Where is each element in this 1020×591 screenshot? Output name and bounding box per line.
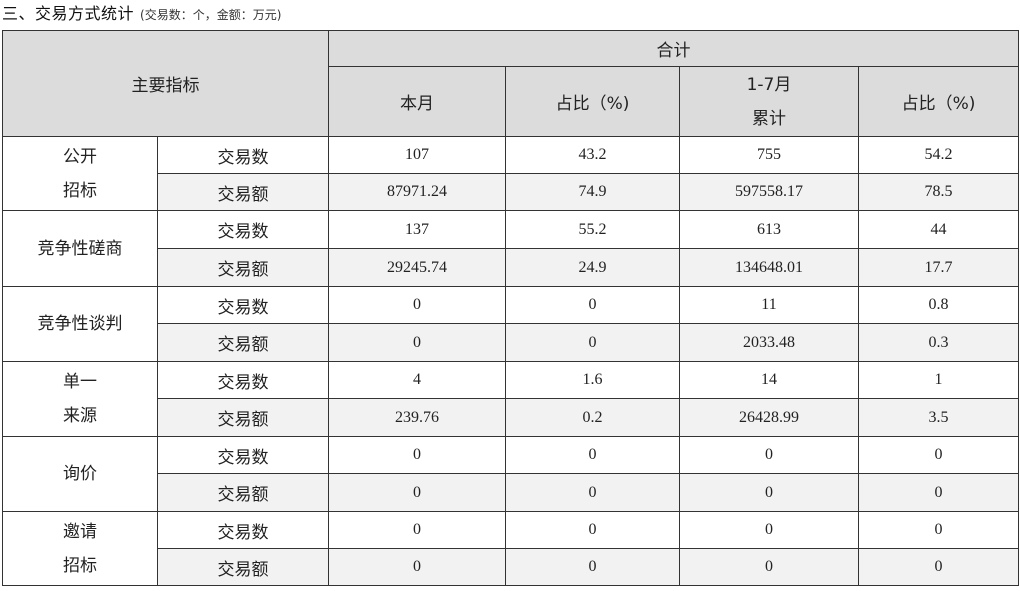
- value-month: 0: [328, 323, 506, 362]
- metric-label: 交易额: [157, 473, 329, 512]
- category-cell: 邀请 招标: [2, 511, 158, 586]
- metric-label: 交易数: [157, 136, 329, 174]
- category-cell: 竞争性磋商: [2, 210, 158, 287]
- value-ytd: 134648.01: [679, 248, 859, 287]
- value-ytd: 0: [679, 548, 859, 586]
- table-row: 竞争性磋商 交易数 137 55.2 613 44: [2, 210, 1019, 287]
- value-pct-ytd: 0.8: [858, 286, 1019, 324]
- table-row: 竞争性谈判 交易数 0 0 11 0.8: [2, 286, 1019, 362]
- header-ytd: 1-7月 累计: [679, 66, 859, 137]
- value-month: 4: [328, 361, 506, 399]
- value-pct-ytd: 44: [858, 210, 1019, 249]
- table-row: 公开 招标 交易数 107 43.2 755 54.2: [2, 136, 1019, 211]
- value-pct-ytd: 0: [858, 548, 1019, 586]
- metric-label: 交易数: [157, 511, 329, 549]
- value-pct-ytd: 54.2: [858, 136, 1019, 174]
- metric-label: 交易额: [157, 248, 329, 287]
- value-pct-month: 0: [505, 473, 680, 512]
- metric-label: 交易额: [157, 323, 329, 362]
- metric-label: 交易额: [157, 398, 329, 437]
- category-label: 竞争性磋商: [37, 238, 123, 259]
- value-pct-month: 0: [505, 436, 680, 474]
- category-cell: 单一 来源: [2, 361, 158, 437]
- value-month: 137: [328, 210, 506, 249]
- value-pct-ytd: 1: [858, 361, 1019, 399]
- table-row: 邀请 招标 交易数 0 0 0 0: [2, 511, 1019, 586]
- metric-label: 交易数: [157, 286, 329, 324]
- category-cell: 竞争性谈判: [2, 286, 158, 362]
- metric-label: 交易数: [157, 436, 329, 474]
- value-ytd: 613: [679, 210, 859, 249]
- value-ytd: 11: [679, 286, 859, 324]
- value-pct-month: 0: [505, 286, 680, 324]
- value-pct-ytd: 0: [858, 473, 1019, 512]
- category-label: 邀请: [63, 521, 97, 542]
- category-label: 竞争性谈判: [37, 314, 123, 334]
- metric-label: 交易额: [157, 173, 329, 211]
- value-month: 107: [328, 136, 506, 174]
- category-label: 来源: [63, 406, 97, 426]
- value-pct-month: 55.2: [505, 210, 680, 249]
- value-pct-ytd: 17.7: [858, 248, 1019, 287]
- value-pct-month: 1.6: [505, 361, 680, 399]
- value-month: 0: [328, 436, 506, 474]
- value-pct-ytd: 0.3: [858, 323, 1019, 362]
- category-cell: 公开 招标: [2, 136, 158, 211]
- value-month: 29245.74: [328, 248, 506, 287]
- value-pct-month: 0: [505, 511, 680, 549]
- category-label: 招标: [63, 180, 97, 201]
- value-ytd: 26428.99: [679, 398, 859, 437]
- value-ytd: 14: [679, 361, 859, 399]
- value-ytd: 0: [679, 436, 859, 474]
- value-ytd: 0: [679, 473, 859, 512]
- category-label: 公开: [63, 146, 97, 167]
- header-pct-month: 占比（%): [505, 66, 680, 137]
- metric-label: 交易额: [157, 548, 329, 586]
- category-label: 询价: [63, 464, 97, 484]
- value-pct-month: 0: [505, 548, 680, 586]
- value-month: 0: [328, 511, 506, 549]
- value-pct-month: 24.9: [505, 248, 680, 287]
- value-pct-month: 43.2: [505, 136, 680, 174]
- table-row: 单一 来源 交易数 4 1.6 14 1: [2, 361, 1019, 437]
- category-label: 招标: [63, 555, 97, 576]
- value-ytd: 755: [679, 136, 859, 174]
- header-main-indicator: 主要指标: [2, 30, 329, 137]
- units-note: (交易数：个，金额：万元): [140, 8, 282, 22]
- value-pct-month: 74.9: [505, 173, 680, 211]
- section-title: 三、交易方式统计 (交易数：个，金额：万元): [2, 2, 281, 24]
- value-ytd: 2033.48: [679, 323, 859, 362]
- metric-label: 交易数: [157, 361, 329, 399]
- value-ytd: 597558.17: [679, 173, 859, 211]
- value-pct-ytd: 0: [858, 511, 1019, 549]
- header-ytd-line2: 累计: [752, 108, 786, 129]
- header-pct-ytd: 占比（%): [858, 66, 1019, 137]
- transaction-method-table: 主要指标 合计 本月 占比（%) 1-7月 累计 占比（%) 公开 招标 交易数…: [2, 30, 1019, 586]
- value-pct-ytd: 3.5: [858, 398, 1019, 437]
- value-month: 0: [328, 548, 506, 586]
- category-label: 单一: [63, 372, 97, 392]
- value-pct-month: 0.2: [505, 398, 680, 437]
- value-ytd: 0: [679, 511, 859, 549]
- header-this-month: 本月: [328, 66, 506, 137]
- header-total-group: 合计: [328, 30, 1019, 67]
- metric-label: 交易数: [157, 210, 329, 249]
- value-pct-ytd: 78.5: [858, 173, 1019, 211]
- value-month: 239.76: [328, 398, 506, 437]
- value-month: 0: [328, 473, 506, 512]
- value-pct-month: 0: [505, 323, 680, 362]
- value-month: 0: [328, 286, 506, 324]
- category-cell: 询价: [2, 436, 158, 512]
- header-ytd-line1: 1-7月: [746, 74, 792, 95]
- value-pct-ytd: 0: [858, 436, 1019, 474]
- table-row: 询价 交易数 0 0 0 0: [2, 436, 1019, 512]
- section-title-text: 三、交易方式统计: [2, 4, 135, 23]
- value-month: 87971.24: [328, 173, 506, 211]
